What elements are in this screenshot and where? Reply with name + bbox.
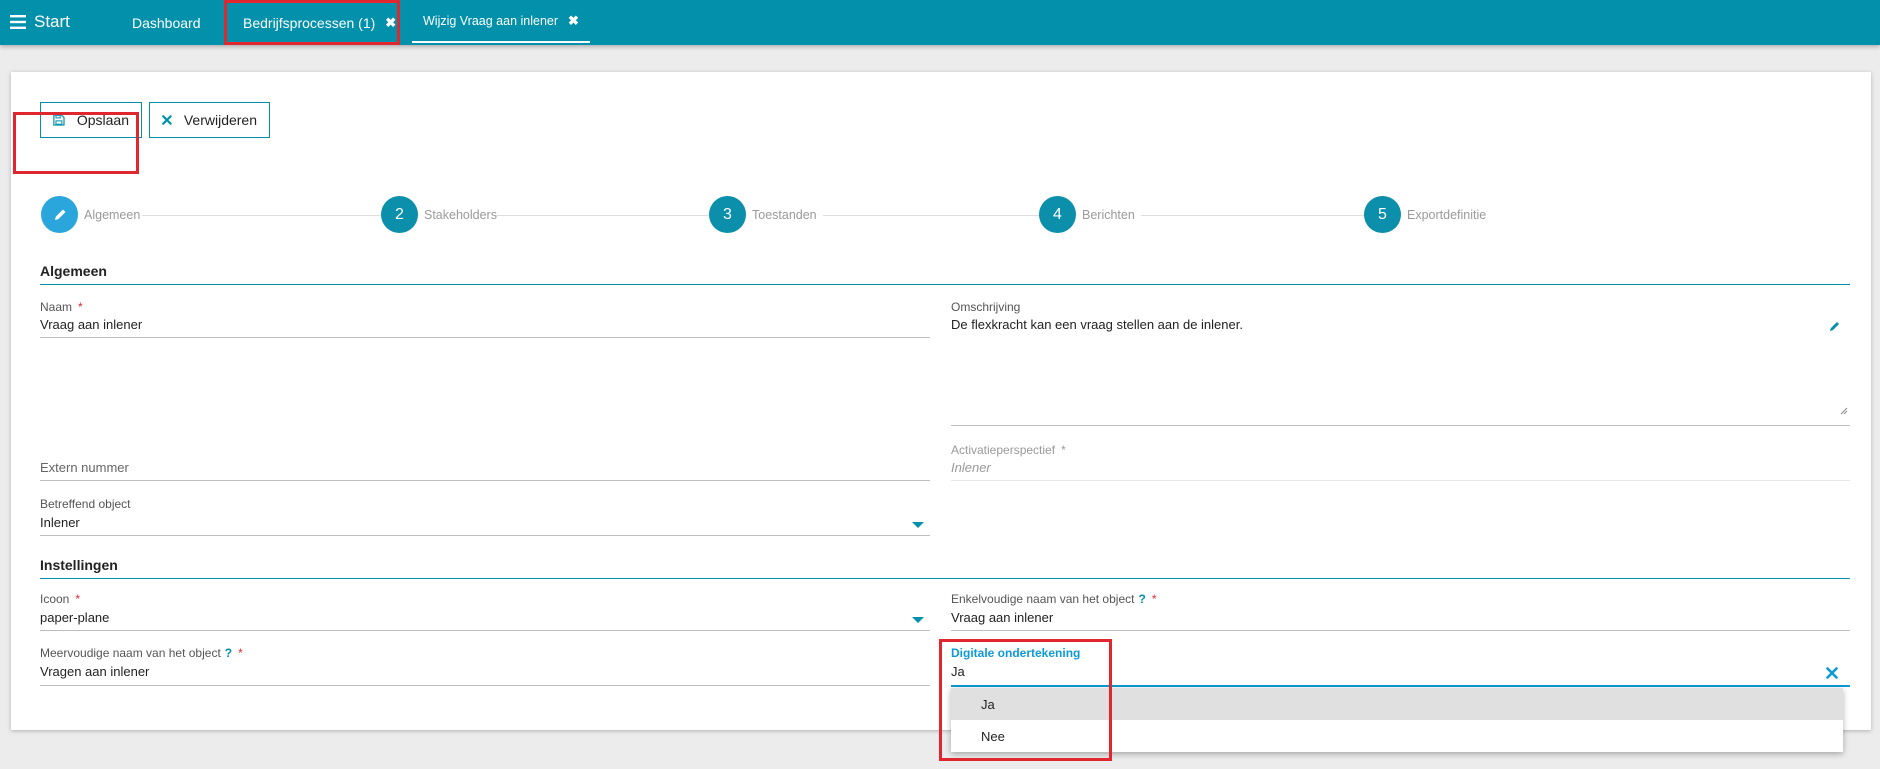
activatieperspectief-label: Activatieperspectief *	[951, 443, 1066, 457]
label-text: Icoon	[40, 592, 70, 606]
naam-label: Naam *	[40, 300, 83, 314]
step-berichten[interactable]: 4 Berichten	[1039, 196, 1135, 233]
pencil-icon	[41, 196, 78, 233]
step-toestanden[interactable]: 3 Toestanden	[709, 196, 817, 233]
betreffend-object-label: Betreffend object	[40, 497, 131, 511]
resize-handle-icon[interactable]	[1839, 406, 1848, 415]
hamburger-icon	[10, 15, 26, 29]
required-marker: *	[1061, 443, 1066, 457]
clear-icon[interactable]	[1826, 667, 1838, 679]
input-underline	[951, 630, 1850, 631]
delete-label: Verwijderen	[183, 112, 257, 128]
step-label: Exportdefinitie	[1407, 207, 1487, 222]
required-marker: *	[78, 300, 83, 314]
input-underline	[40, 685, 930, 686]
step-connector	[823, 215, 1047, 216]
required-marker: *	[75, 592, 81, 606]
pencil-icon[interactable]	[1828, 319, 1842, 333]
step-label: Stakeholders	[424, 207, 497, 222]
activatieperspectief-field: Inlener	[951, 460, 991, 475]
label-text: Activatieperspectief	[951, 443, 1056, 457]
highlight-box	[13, 112, 139, 174]
required-marker: *	[1151, 592, 1157, 606]
help-icon[interactable]: ?	[225, 646, 232, 660]
top-bar: Start Dashboard Bedrijfsprocessen (1) ✖ …	[0, 0, 1880, 45]
start-menu-button[interactable]: Start	[10, 10, 70, 34]
step-number: 3	[709, 196, 746, 233]
step-label: Berichten	[1082, 207, 1135, 222]
chevron-down-icon[interactable]	[912, 617, 924, 623]
edit-card: Opslaan Verwijderen Algemeen 2 Stakehold…	[11, 72, 1871, 730]
step-label: Algemeen	[84, 207, 141, 222]
extern-nummer-field[interactable]: Extern nummer	[40, 460, 129, 475]
step-exportdefinitie[interactable]: 5 Exportdefinitie	[1364, 196, 1486, 233]
enkelvoudige-naam-field[interactable]: Vraag aan inlener	[951, 610, 1053, 625]
step-number: 4	[1039, 196, 1076, 233]
step-algemeen[interactable]: Algemeen	[41, 196, 140, 233]
select-underline	[40, 535, 930, 536]
chevron-down-icon[interactable]	[912, 522, 924, 528]
label-text: Naam	[40, 300, 73, 314]
input-underline	[40, 337, 930, 338]
textarea-underline	[951, 425, 1850, 426]
section-title-instellingen: Instellingen	[40, 557, 118, 573]
step-connector	[495, 215, 716, 216]
close-tab-icon[interactable]: ✖	[568, 13, 579, 29]
label-text: Meervoudige naam van het object	[40, 646, 221, 660]
meervoudige-naam-label: Meervoudige naam van het object? *	[40, 646, 243, 660]
betreffend-object-select[interactable]: Inlener	[40, 515, 80, 530]
help-icon[interactable]: ?	[1138, 592, 1145, 606]
tab-wijzig-vraag[interactable]: Wijzig Vraag aan inlener ✖	[412, 0, 590, 43]
meervoudige-naam-field[interactable]: Vragen aan inlener	[40, 664, 149, 679]
highlight-box	[939, 639, 1112, 761]
select-underline	[40, 630, 930, 631]
step-connector	[1141, 215, 1373, 216]
step-label: Toestanden	[752, 207, 817, 222]
icoon-label: Icoon *	[40, 592, 80, 606]
step-stakeholders[interactable]: 2 Stakeholders	[381, 196, 497, 233]
highlight-box	[224, 0, 400, 45]
delete-button[interactable]: Verwijderen	[149, 102, 270, 138]
tab-label: Dashboard	[132, 14, 201, 31]
step-number: 5	[1364, 196, 1401, 233]
close-icon	[162, 115, 172, 125]
input-underline	[40, 480, 930, 481]
naam-field[interactable]: Vraag aan inlener	[40, 317, 142, 332]
omschrijving-label: Omschrijving	[951, 300, 1021, 314]
step-connector	[142, 215, 386, 216]
tab-dashboard[interactable]: Dashboard	[132, 0, 201, 45]
enkelvoudige-naam-label: Enkelvoudige naam van het object? *	[951, 592, 1156, 606]
section-divider	[40, 578, 1850, 579]
section-divider	[40, 284, 1850, 285]
label-text: Enkelvoudige naam van het object	[951, 592, 1135, 606]
section-title-algemeen: Algemeen	[40, 263, 107, 279]
tab-label: Wijzig Vraag aan inlener	[423, 13, 559, 28]
input-underline	[951, 480, 1850, 481]
icoon-select[interactable]: paper-plane	[40, 610, 109, 625]
omschrijving-field[interactable]: De flexkracht kan een vraag stellen aan …	[951, 317, 1243, 332]
required-marker: *	[238, 646, 243, 660]
step-number: 2	[381, 196, 418, 233]
start-label: Start	[34, 12, 70, 31]
